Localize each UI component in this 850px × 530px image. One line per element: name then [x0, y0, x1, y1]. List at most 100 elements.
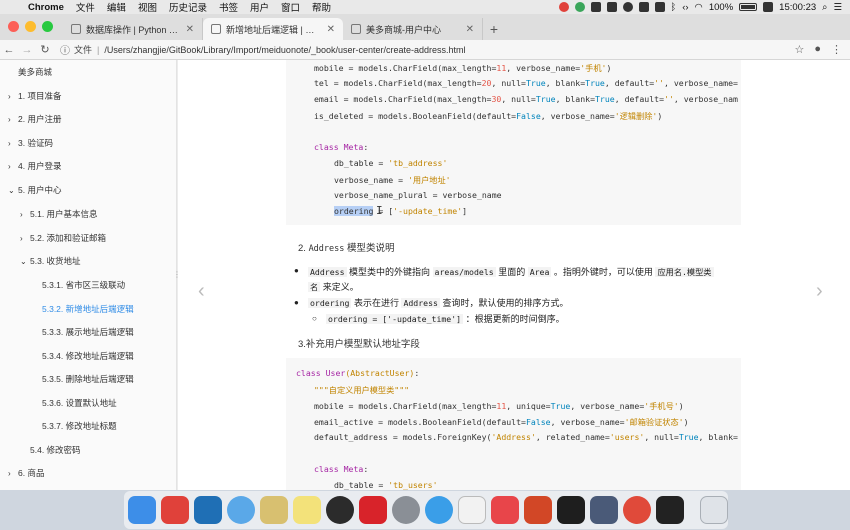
menu-view[interactable]: 视图 [132, 0, 163, 14]
menu-chrome[interactable]: Chrome [22, 2, 70, 13]
sidebar-item-register[interactable]: › 2. 用户注册 [8, 113, 61, 125]
safari-icon[interactable] [425, 496, 453, 524]
sidebar-item-region-linkage[interactable]: 5.3.1. 省市区三级联动 [42, 279, 125, 291]
copy-icon[interactable] [654, 2, 665, 12]
chevron-right-icon: › [8, 161, 11, 171]
clock[interactable]: 15:00:23 [779, 2, 816, 13]
notes-icon[interactable] [293, 496, 321, 524]
menu-window[interactable]: 窗口 [275, 0, 306, 14]
close-tab-icon[interactable]: ✕ [186, 24, 194, 35]
menu-edit[interactable]: 编辑 [101, 0, 132, 14]
sidebar-item-login[interactable]: › 4. 用户登录 [8, 160, 61, 172]
books-icon[interactable] [260, 496, 288, 524]
battery-percent[interactable]: 100% [709, 2, 733, 13]
url-field[interactable]: /Users/zhangjie/GitBook/Library/Import/m… [104, 45, 465, 55]
bookmark-star-icon[interactable]: ☆ [794, 43, 804, 56]
sidebar-item-captcha[interactable]: › 3. 验证码 [8, 137, 53, 149]
more-menu-icon[interactable]: ⋮ [831, 43, 842, 56]
sidebar-item-delete-address[interactable]: 5.3.5. 删除地址后端逻辑 [42, 373, 134, 385]
sidebar-item-user-center[interactable]: ⌄ 5. 用户中心 [8, 184, 61, 196]
sidebar-item-label: 5.3.7. 修改地址标题 [42, 421, 117, 431]
wifi-icon[interactable]: ◠ [695, 2, 703, 13]
typora-icon[interactable] [458, 496, 486, 524]
reload-icon[interactable]: ↻ [36, 43, 54, 56]
forward-icon[interactable]: → [18, 44, 36, 56]
record-icon[interactable] [558, 2, 569, 12]
grid-icon[interactable] [590, 2, 601, 12]
youdao-icon[interactable] [359, 496, 387, 524]
zoom-window-button[interactable] [42, 21, 53, 32]
minimize-window-button[interactable] [25, 21, 36, 32]
git-icon[interactable] [161, 496, 189, 524]
sidebar-item-create-address[interactable]: 5.3.2. 新增地址后端逻辑 [42, 303, 134, 315]
sidebar-item-show-address[interactable]: 5.3.3. 展示地址后端逻辑 [42, 326, 134, 338]
upload-icon[interactable] [574, 2, 585, 12]
settings-icon[interactable] [392, 496, 420, 524]
bullet-foreign-key-cont: 名 来定义。 [308, 282, 359, 292]
bluetooth-icon[interactable]: ᛒ [671, 2, 677, 13]
mac-menubar: Chrome 文件 编辑 视图 历史记录 书签 用户 窗口 帮助 ᛒ ‹› ◠ … [0, 0, 850, 14]
previous-page-icon[interactable]: ‹ [198, 280, 205, 303]
sidebar-item-email[interactable]: › 5.2. 添加和验证邮箱 [20, 232, 106, 244]
menu-user[interactable]: 用户 [244, 0, 275, 14]
url-scheme-label: 文件 [74, 45, 93, 55]
tab-user-center[interactable]: 美多商城-用户中心 ✕ [343, 18, 483, 40]
obs-icon[interactable] [326, 496, 354, 524]
sidebar-item-address[interactable]: ⌄ 5.3. 收货地址 [20, 255, 81, 267]
sublime-icon[interactable] [590, 496, 618, 524]
info-icon[interactable]: ⓘ [60, 42, 70, 57]
pycharm-icon[interactable] [557, 496, 585, 524]
battery-icon[interactable] [739, 3, 758, 11]
code-line: mobile = models.CharField(max_length=11,… [314, 63, 612, 73]
display-icon[interactable] [638, 2, 649, 12]
sidebar-item-label: 4. 用户登录 [18, 161, 62, 171]
menu-help[interactable]: 帮助 [306, 0, 337, 14]
text-cursor-icon: I [376, 204, 383, 217]
sidebar-item-update-address[interactable]: 5.3.4. 修改地址后端逻辑 [42, 350, 134, 362]
sidebar-item-change-password[interactable]: 5.4. 修改密码 [30, 444, 81, 456]
profile-icon[interactable]: ● [814, 43, 821, 56]
sidebar-item-label: 5. 用户中心 [18, 185, 62, 195]
list-icon[interactable]: ☰ [833, 2, 842, 13]
sidebar-item-address-title[interactable]: 5.3.7. 修改地址标题 [42, 420, 117, 432]
code-icon[interactable]: ‹› [682, 2, 688, 13]
next-page-icon[interactable]: › [816, 280, 823, 303]
code-line: verbose_name_plural = verbose_name [334, 190, 502, 200]
clipboard-icon[interactable] [606, 2, 617, 12]
bullet-dot-icon: ● [294, 266, 299, 275]
menu-bookmarks[interactable]: 书签 [213, 0, 244, 14]
input-method-icon[interactable] [763, 2, 774, 12]
back-icon[interactable]: ← [0, 44, 18, 56]
chrome-icon[interactable] [623, 496, 651, 524]
code-line: mobile = models.CharField(max_length=11,… [314, 401, 684, 411]
sidebar-item-project-prep[interactable]: › 1. 项目准备 [8, 90, 61, 102]
tab-label: 新增地址后端逻辑 | 欢迎来到美 [226, 24, 323, 35]
tab-database[interactable]: 数据库操作 | Python Web 框架 ✕ [63, 18, 203, 40]
trash-icon[interactable] [700, 496, 728, 524]
close-tab-icon[interactable]: ✕ [327, 24, 335, 35]
section-heading-user-model: 3.补充用户模型默认地址字段 [298, 339, 420, 350]
menu-history[interactable]: 历史记录 [163, 0, 213, 14]
powerpoint-icon[interactable] [524, 496, 552, 524]
vscode-icon[interactable] [194, 496, 222, 524]
tab-create-address[interactable]: 新增地址后端逻辑 | 欢迎来到美 ✕ [203, 18, 343, 40]
sync-icon[interactable] [622, 2, 633, 12]
bird-icon[interactable] [227, 496, 255, 524]
close-tab-icon[interactable]: ✕ [466, 24, 474, 35]
sidebar-item-default-address[interactable]: 5.3.6. 设置默认地址 [42, 397, 117, 409]
code-line: email_active = models.BooleanField(defau… [314, 417, 689, 427]
close-window-button[interactable] [8, 21, 19, 32]
page-icon [211, 24, 221, 34]
selected-text[interactable]: ordering [334, 206, 374, 216]
code-line: db_table = 'tb_users' [334, 480, 438, 490]
finder-icon[interactable] [128, 496, 156, 524]
sidebar-item-basic-info[interactable]: › 5.1. 用户基本信息 [20, 208, 98, 220]
menu-file[interactable]: 文件 [70, 0, 101, 14]
chevron-down-icon: ⌄ [20, 256, 27, 266]
new-tab-button[interactable]: + [483, 21, 505, 40]
sidebar-brand[interactable]: 美多商城 [18, 66, 52, 78]
xmind-icon[interactable] [491, 496, 519, 524]
search-icon[interactable]: ⌕ [822, 2, 827, 13]
terminal-icon[interactable] [656, 496, 684, 524]
sidebar-item-goods[interactable]: › 6. 商品 [8, 467, 44, 479]
